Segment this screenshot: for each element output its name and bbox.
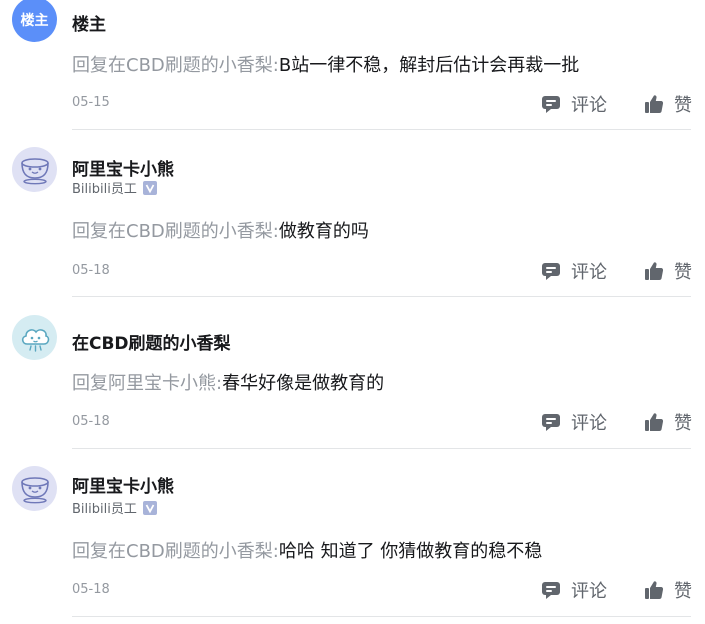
role-label: Bilibili员工 bbox=[72, 182, 137, 197]
cloud-face-icon bbox=[21, 328, 49, 352]
reply-content: 回复在CBD刷题的小香梨:B站一律不稳，解封后估计会再裁一批 bbox=[72, 51, 579, 77]
reply-text: 做教育的吗 bbox=[278, 221, 369, 242]
username[interactable]: 在CBD刷题的小香梨 bbox=[72, 329, 231, 354]
like-button[interactable]: 赞 bbox=[644, 577, 692, 603]
username[interactable]: 阿里宝卡小熊 bbox=[72, 472, 174, 497]
reply-to-prefix[interactable]: 回复在CBD刷题的小香梨: bbox=[72, 55, 279, 76]
cup-face-icon bbox=[20, 476, 49, 503]
user-role: Bilibili员工 bbox=[72, 498, 157, 517]
reply-to-prefix[interactable]: 回复在CBD刷题的小香梨: bbox=[72, 221, 279, 242]
reply-date: 05-15 bbox=[72, 95, 110, 110]
divider bbox=[72, 616, 691, 617]
thumbs-up-icon bbox=[645, 413, 664, 431]
divider bbox=[72, 129, 691, 130]
avatar[interactable]: 楼主 bbox=[12, 0, 57, 42]
comment-label: 评论 bbox=[571, 95, 607, 116]
like-label: 赞 bbox=[674, 581, 692, 602]
comment-icon bbox=[542, 263, 560, 280]
like-button[interactable]: 赞 bbox=[644, 409, 692, 435]
comment-label: 评论 bbox=[571, 413, 607, 434]
comment-icon bbox=[542, 96, 560, 113]
like-label: 赞 bbox=[674, 413, 692, 434]
reply-content: 回复在CBD刷题的小香梨:哈哈 知道了 你猜做教育的稳不稳 bbox=[72, 537, 542, 563]
comment-button[interactable]: 评论 bbox=[541, 91, 607, 117]
reply-date: 05-18 bbox=[72, 263, 110, 278]
reply-item: 阿里宝卡小熊 Bilibili员工 回复在CBD刷题的小香梨:做教育的吗 05-… bbox=[0, 131, 705, 298]
reply-item: 楼主 楼主 回复在CBD刷题的小香梨:B站一律不稳，解封后估计会再裁一批 05-… bbox=[0, 0, 705, 131]
reply-date: 05-18 bbox=[72, 414, 110, 429]
reply-content: 回复在CBD刷题的小香梨:做教育的吗 bbox=[72, 217, 369, 243]
reply-content: 回复阿里宝卡小熊:春华好像是做教育的 bbox=[72, 369, 384, 395]
comment-button[interactable]: 评论 bbox=[541, 258, 607, 284]
avatar-badge-text: 楼主 bbox=[20, 12, 49, 29]
comment-button[interactable]: 评论 bbox=[541, 577, 607, 603]
reply-item: 阿里宝卡小熊 Bilibili员工 回复在CBD刷题的小香梨:哈哈 知道了 你猜… bbox=[0, 450, 705, 624]
reply-to-prefix[interactable]: 回复阿里宝卡小熊: bbox=[72, 373, 222, 394]
reply-date: 05-18 bbox=[72, 582, 110, 597]
comment-icon bbox=[542, 582, 560, 599]
comment-button[interactable]: 评论 bbox=[541, 409, 607, 435]
thumbs-up-icon bbox=[645, 95, 664, 113]
avatar[interactable] bbox=[12, 466, 57, 511]
comment-icon bbox=[542, 414, 560, 431]
like-button[interactable]: 赞 bbox=[644, 258, 692, 284]
username[interactable]: 楼主 bbox=[72, 10, 106, 35]
thumbs-up-icon bbox=[645, 262, 664, 280]
like-label: 赞 bbox=[674, 95, 692, 116]
reply-text: 哈哈 知道了 你猜做教育的稳不稳 bbox=[278, 541, 543, 562]
role-label: Bilibili员工 bbox=[72, 502, 137, 517]
user-role: Bilibili员工 bbox=[72, 178, 157, 197]
verified-badge-icon bbox=[142, 500, 157, 515]
reply-text: B站一律不稳，解封后估计会再裁一批 bbox=[278, 55, 580, 76]
thumbs-up-icon bbox=[645, 581, 664, 599]
like-label: 赞 bbox=[674, 262, 692, 283]
avatar[interactable] bbox=[12, 147, 57, 192]
divider bbox=[72, 296, 691, 297]
comment-label: 评论 bbox=[571, 262, 607, 283]
reply-item: 在CBD刷题的小香梨 回复阿里宝卡小熊:春华好像是做教育的 05-18 评论 赞 bbox=[0, 298, 705, 450]
avatar[interactable] bbox=[12, 315, 57, 360]
like-button[interactable]: 赞 bbox=[644, 91, 692, 117]
reply-to-prefix[interactable]: 回复在CBD刷题的小香梨: bbox=[72, 541, 279, 562]
verified-badge-icon bbox=[142, 180, 157, 195]
comment-label: 评论 bbox=[571, 581, 607, 602]
reply-text: 春华好像是做教育的 bbox=[222, 373, 385, 394]
divider bbox=[72, 448, 691, 449]
username[interactable]: 阿里宝卡小熊 bbox=[72, 155, 174, 180]
cup-face-icon bbox=[20, 157, 49, 184]
